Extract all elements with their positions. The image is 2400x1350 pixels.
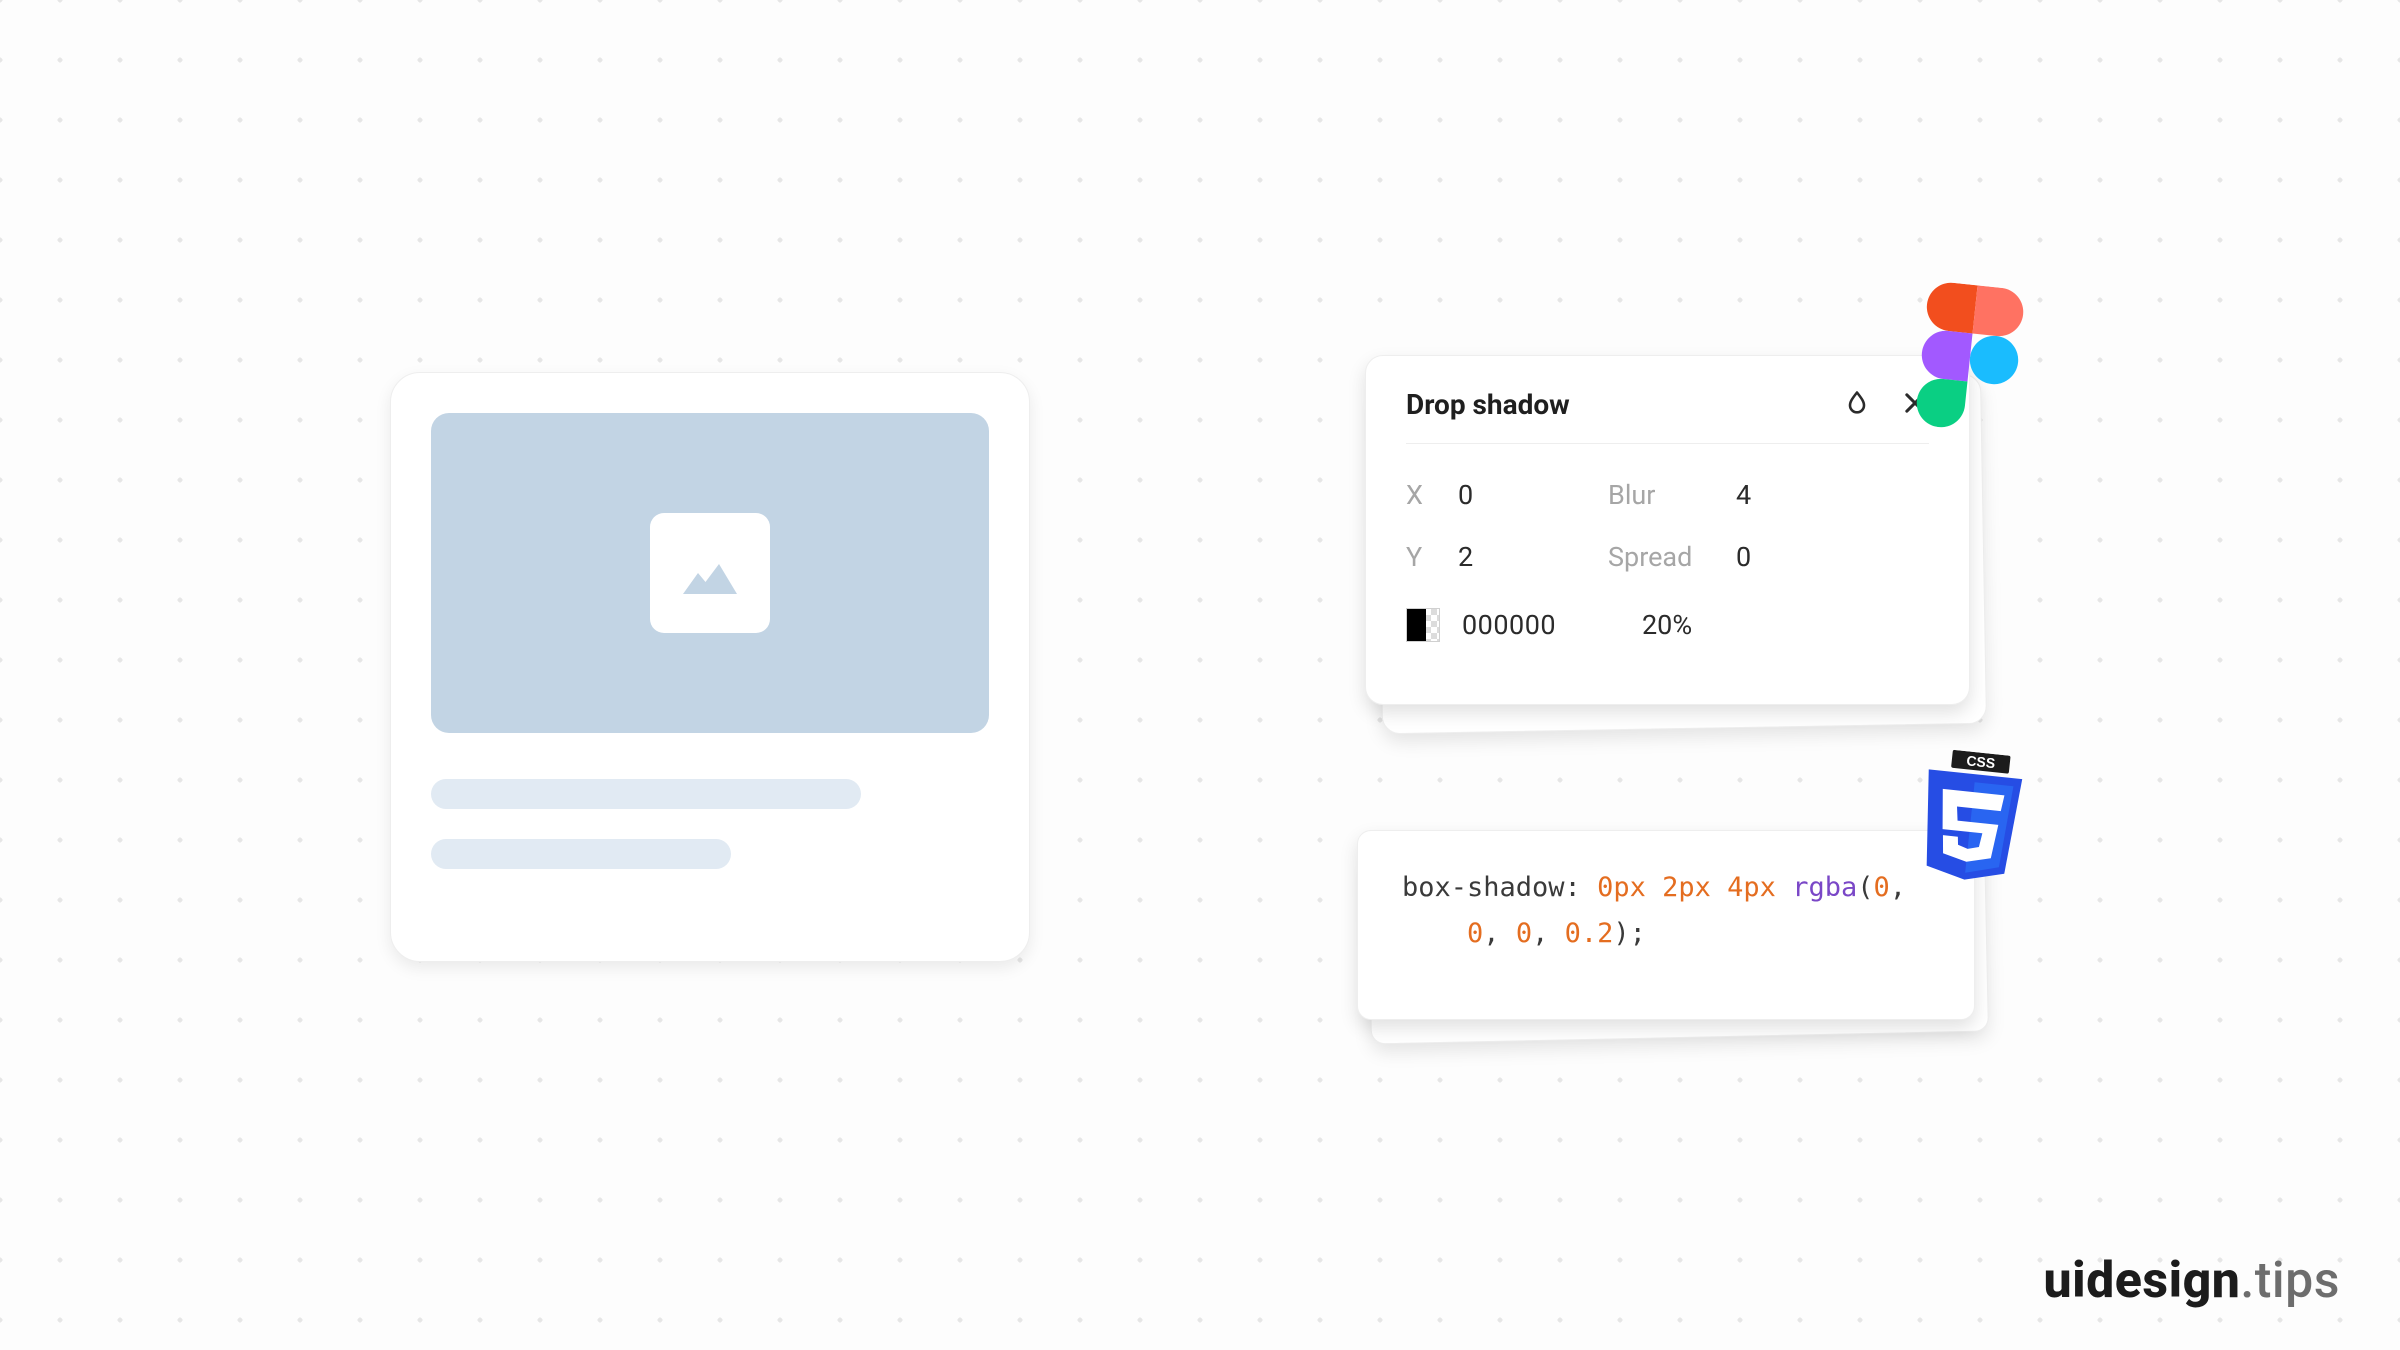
blend-mode-icon[interactable] (1843, 389, 1871, 421)
placeholder-text-line (431, 779, 861, 809)
code-value: 0.2 (1565, 918, 1614, 949)
example-card (390, 372, 1030, 962)
color-hex-input[interactable]: 000000 (1462, 609, 1642, 641)
x-input[interactable]: 0 (1458, 479, 1608, 511)
code-value: 0 (1874, 872, 1890, 903)
figma-logo-icon (1913, 280, 2028, 435)
css-code: box-shadow: 0px 2px 4px rgba(0, 0, 0, 0.… (1357, 830, 1975, 1020)
code-value: 4px (1727, 872, 1776, 903)
code-function: rgba (1792, 872, 1857, 903)
y-input[interactable]: 2 (1458, 541, 1608, 573)
image-icon (650, 513, 770, 633)
site-brand: uidesign.tips (2044, 1252, 2340, 1310)
code-property: box-shadow: (1402, 872, 1597, 903)
css3-logo-icon: CSS (1910, 747, 2033, 888)
opacity-input[interactable]: 20% (1642, 609, 1692, 641)
code-paren: ( (1857, 872, 1873, 903)
brand-name: uidesign (2044, 1252, 2241, 1310)
spread-input[interactable]: 0 (1736, 541, 1886, 573)
figma-effect-panel-front: Drop shadow X 0 Blur 4 Y 2 Spread 0 (1365, 355, 1970, 705)
x-label: X (1406, 479, 1458, 511)
code-value: 2px (1662, 872, 1711, 903)
code-paren: ); (1613, 918, 1646, 949)
svg-text:CSS: CSS (1966, 752, 1996, 771)
code-value: 0 (1516, 918, 1532, 949)
spread-label: Spread (1608, 541, 1736, 573)
figma-effect-panel: Drop shadow X 0 Blur 4 Y 2 Spread 0 (1365, 355, 1970, 705)
color-swatch[interactable] (1406, 608, 1440, 642)
css-snippet-card: box-shadow: 0px 2px 4px rgba(0, 0, 0, 0.… (1357, 830, 1975, 1020)
blur-label: Blur (1608, 479, 1736, 511)
example-image-placeholder (431, 413, 989, 733)
code-value: 0 (1467, 918, 1483, 949)
code-value: 0px (1597, 872, 1646, 903)
panel-title: Drop shadow (1406, 388, 1570, 421)
placeholder-text-line (431, 839, 731, 869)
brand-suffix: .tips (2240, 1252, 2340, 1310)
blur-input[interactable]: 4 (1736, 479, 1886, 511)
y-label: Y (1406, 541, 1458, 573)
